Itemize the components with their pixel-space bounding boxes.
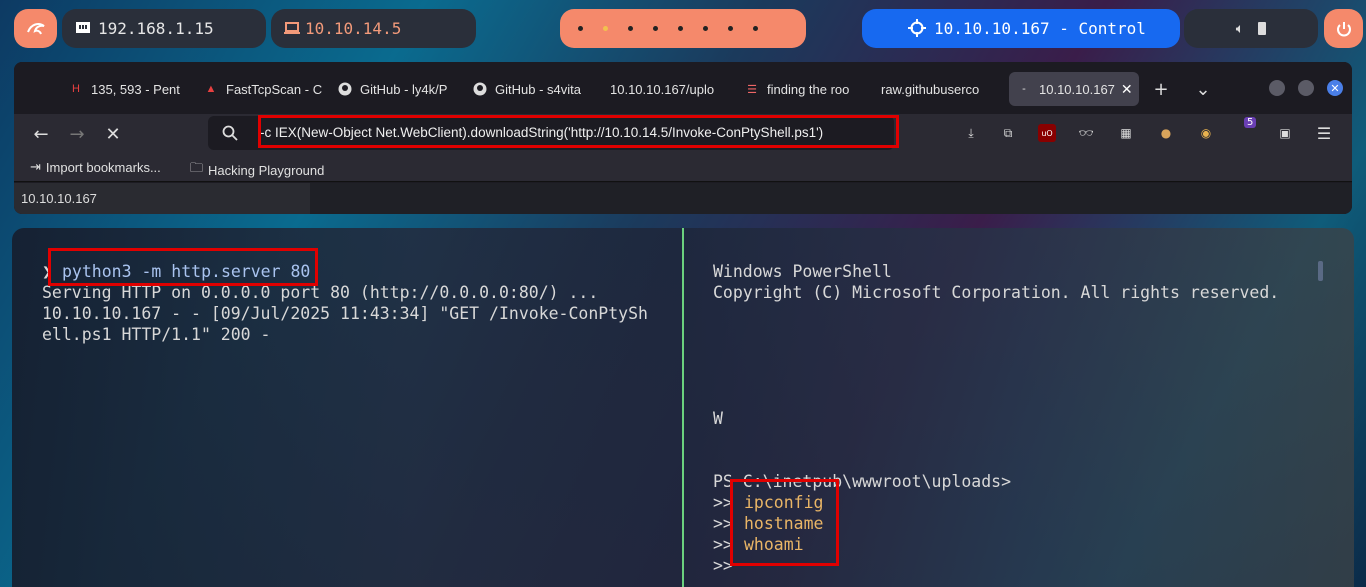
close-tab-icon[interactable]: ✕ (1121, 81, 1133, 98)
wappalyzer-icon[interactable]: ▣ (1276, 124, 1294, 142)
target-text: 10.10.10.167 - Control (934, 19, 1146, 38)
loading-icon: - (1022, 83, 1026, 95)
volume-icon[interactable]: 🔈︎ (1236, 21, 1244, 37)
target-widget: 10.10.10.167 - Control (862, 9, 1180, 48)
tab-6[interactable]: ☰ finding the roo (745, 72, 867, 106)
tab-label: 10.10.10.167 (1039, 81, 1115, 97)
stray-character: W (713, 409, 723, 428)
tab-2[interactable]: ▲ FastTcpScan - C (204, 72, 324, 106)
tab-1[interactable]: H 135, 593 - Pent (69, 72, 189, 106)
bookmark-label: Import bookmarks... (45, 159, 161, 175)
workspace-3[interactable] (628, 26, 633, 31)
hackthebox-icon: H (72, 83, 80, 95)
tab-label: GitHub - ly4k/P (360, 81, 448, 97)
new-tab-button[interactable]: + (1150, 78, 1172, 100)
menu-icon[interactable]: ☰ (1315, 124, 1333, 143)
system-tray[interactable]: 🔈︎ (1184, 9, 1318, 48)
maximize-button[interactable] (1298, 80, 1314, 96)
local-ip-text: 192.168.1.15 (98, 19, 214, 38)
github-icon (473, 82, 487, 96)
back-button[interactable]: ← (29, 122, 53, 146)
vpn-ip-text: 10.10.14.5 (305, 19, 402, 38)
power-icon (1336, 21, 1351, 36)
network-icon (76, 22, 90, 33)
cookie-editor-icon[interactable]: ◉ (1197, 124, 1215, 142)
status-url: 10.10.10.167 (14, 183, 310, 214)
tab-active[interactable]: - 10.10.10.167 ✕ (1009, 72, 1139, 106)
badge-count: 5 (1244, 117, 1257, 128)
github-icon (338, 82, 352, 96)
tab-bar: H 135, 593 - Pent ▲ FastTcpScan - C GitH… (14, 62, 1352, 114)
ublock-icon[interactable]: uO (1038, 124, 1056, 142)
pane-divider[interactable] (682, 228, 684, 587)
qr-code-icon[interactable]: ▦ (1117, 124, 1135, 142)
stop-button[interactable]: ✕ (101, 122, 125, 146)
local-ip-widget: 192.168.1.15 (62, 9, 266, 48)
workspace-switcher[interactable] (560, 9, 806, 48)
kali-dragon-icon (26, 22, 45, 34)
tab-label: GitHub - s4vita (495, 81, 581, 97)
import-icon: ⇥ (30, 159, 41, 174)
hacking-playground-folder[interactable]: 🗀︎ Hacking Playground (190, 159, 324, 181)
list-tabs-button[interactable]: ⌄ (1192, 78, 1214, 100)
workspace-5[interactable] (678, 26, 683, 31)
tab-label: 10.10.10.167/uplo (610, 81, 715, 97)
output-line-2: 10.10.10.167 - - [09/Jul/2025 11:43:34] … (42, 304, 648, 323)
tab-label: finding the roo (767, 81, 850, 97)
commands-highlight-box (730, 479, 839, 566)
tab-3[interactable]: GitHub - ly4k/P (338, 72, 458, 106)
power-button[interactable] (1324, 9, 1363, 48)
search-icon (222, 125, 238, 141)
scrollbar-thumb[interactable] (1318, 261, 1323, 281)
foxyproxy-icon[interactable]: 5 (1236, 117, 1257, 142)
forward-button[interactable]: → (65, 122, 89, 146)
spy-icon[interactable]: 👓︎ (1077, 124, 1095, 142)
folder-icon: 🗀︎ (190, 160, 204, 175)
workspace-7[interactable] (728, 26, 733, 31)
tab-label: 135, 593 - Pent (91, 81, 180, 97)
bookmarks-bar: ⇥ Import bookmarks... 🗀︎ Hacking Playgro… (14, 154, 1352, 182)
tab-4[interactable]: GitHub - s4vita (473, 72, 593, 106)
crosshair-icon (908, 19, 926, 37)
tab-7[interactable]: raw.githubuserco (881, 72, 995, 106)
tab-label: FastTcpScan - C (226, 81, 323, 97)
extensions-icon[interactable]: ⧉ (999, 124, 1017, 142)
import-bookmarks-link[interactable]: ⇥ Import bookmarks... (30, 159, 161, 175)
tab-label: raw.githubuserco (881, 81, 980, 97)
cookie-icon[interactable]: ● (1157, 124, 1175, 142)
close-window-button[interactable]: ✕ (1327, 80, 1343, 96)
vpn-ip-widget: 10.10.14.5 (271, 9, 476, 48)
hackthebox-icon: ▲ (205, 83, 217, 95)
tab-5[interactable]: 10.10.10.167/uplo (610, 72, 724, 106)
downloads-icon[interactable]: ⤓ (962, 124, 980, 142)
workspace-4[interactable] (653, 26, 658, 31)
workspace-1[interactable] (578, 26, 583, 31)
workspace-2[interactable] (603, 26, 608, 31)
workspace-6[interactable] (703, 26, 708, 31)
laptop-icon (284, 22, 300, 34)
page-content: 10.10.10.167 (14, 183, 1352, 214)
ps-header-line-1: Windows PowerShell (713, 262, 892, 281)
ps-header-line-2: Copyright (C) Microsoft Corporation. All… (713, 283, 1280, 302)
command-highlight-box (48, 248, 318, 286)
bookmark-label: Hacking Playground (208, 162, 325, 178)
url-highlight-box (258, 115, 899, 148)
page-icon: ☰ (747, 83, 757, 96)
battery-icon[interactable] (1258, 22, 1267, 35)
minimize-button[interactable] (1269, 80, 1285, 96)
workspace-8[interactable] (753, 26, 758, 31)
output-line-3: ell.ps1 HTTP/1.1" 200 - (42, 325, 271, 344)
launcher-button[interactable] (14, 9, 57, 48)
